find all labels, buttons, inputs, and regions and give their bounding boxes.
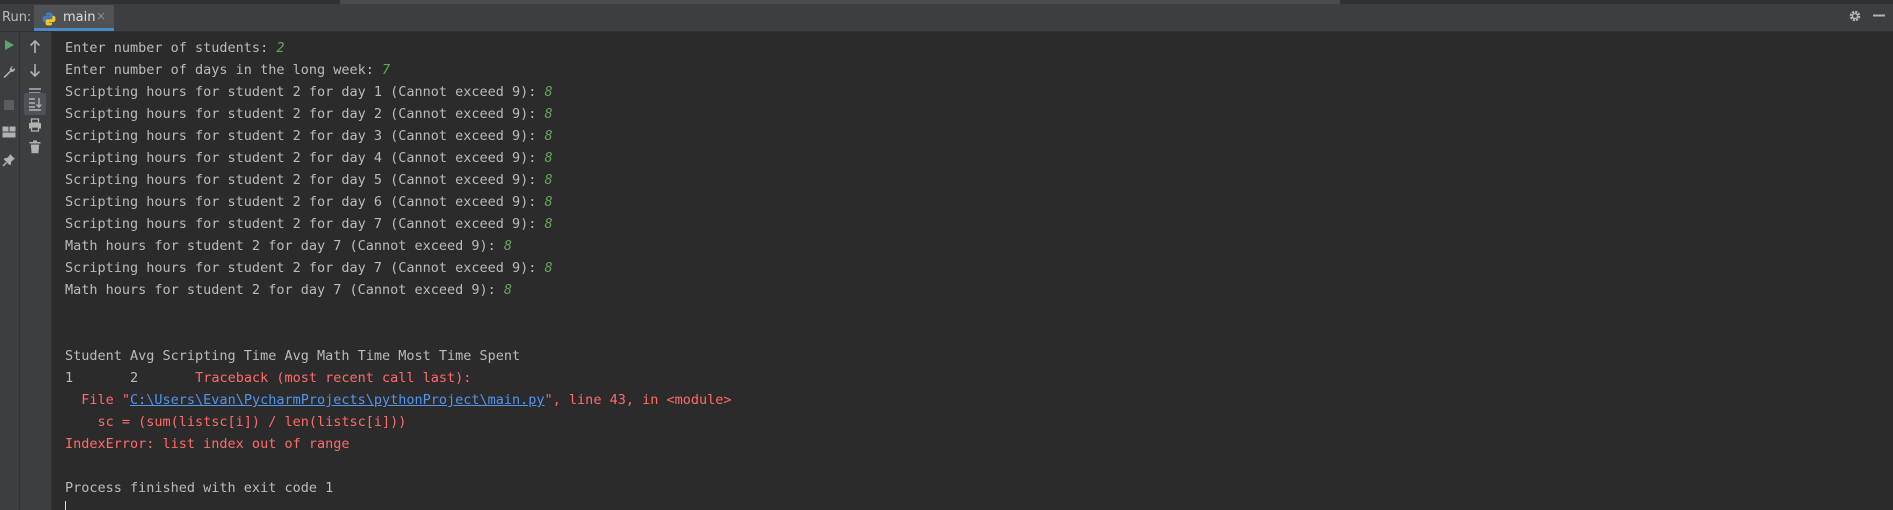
wrench-icon[interactable] [0,61,20,83]
user-input: 8 [503,282,513,298]
top-scrollbar-thumb[interactable] [340,0,1340,4]
user-input: 8 [503,238,513,254]
console-line: Scripting hours for student 2 for day 6 … [65,194,553,210]
table-row-line: 1 2 Traceback (most recent call last): [65,367,471,389]
print-icon[interactable] [24,114,46,136]
console-toolbar [20,32,52,510]
console-line: Scripting hours for student 2 for day 7 … [65,260,553,276]
error-message: IndexError: list index out of range [65,436,350,452]
run-toolbar [0,32,20,510]
console-line: Scripting hours for student 2 for day 3 … [65,128,553,144]
console-line: Scripting hours for student 2 for day 7 … [65,216,553,232]
scripting-value: 2 [130,370,139,386]
user-input: 8 [544,194,553,210]
text-caret [65,501,66,510]
user-input: 8 [544,106,553,122]
user-input: 8 [544,172,553,188]
layout-icon[interactable] [0,121,20,143]
run-tool-window-header: Run: main × [0,0,1893,32]
console-line: Scripting hours for student 2 for day 4 … [65,150,553,166]
tab-main[interactable]: main × [34,5,114,31]
student-value: 1 [65,370,74,386]
tab-close-icon[interactable]: × [96,9,106,23]
console-output[interactable]: Enter number of students: 2 Enter number… [52,32,1893,510]
top-scrollbar-track [0,0,1893,4]
scroll-to-end-icon[interactable] [24,93,46,115]
user-input: 8 [544,216,553,232]
tab-title: main [63,10,96,25]
user-input: 8 [544,84,553,100]
traceback-code-line: sc = (sum(listsc[i]) / len(listsc[i])) [65,414,407,430]
traceback-file-line: File "C:\Users\Evan\PycharmProjects\pyth… [65,392,732,408]
minimize-icon[interactable] [1872,8,1886,26]
vertical-scrollbar[interactable] [1885,32,1893,510]
user-input: 7 [381,62,391,78]
settings-gear-icon[interactable] [1848,9,1862,27]
console-line: Math hours for student 2 for day 7 (Cann… [65,282,513,298]
console-line: Math hours for student 2 for day 7 (Cann… [65,238,513,254]
run-label: Run: [2,10,32,25]
user-input: 8 [544,260,553,276]
python-icon [42,11,56,26]
user-input: 8 [544,128,553,144]
trash-icon[interactable] [24,136,46,158]
console-line: Enter number of days in the long week: 7 [65,62,391,78]
scroll-up-icon[interactable] [24,36,46,58]
user-input: 2 [276,40,285,56]
stop-icon[interactable] [0,94,20,116]
file-path-link[interactable]: C:\Users\Evan\PycharmProjects\pythonProj… [130,392,545,408]
traceback-header: Traceback (most recent call last): [195,370,472,386]
rerun-icon[interactable] [0,34,20,56]
scroll-down-icon[interactable] [24,59,46,81]
user-input: 8 [544,150,553,166]
console-line: Scripting hours for student 2 for day 5 … [65,172,553,188]
exit-status-line: Process finished with exit code 1 [65,480,334,496]
console-line: Enter number of students: 2 [65,40,285,56]
console-line: Scripting hours for student 2 for day 2 … [65,106,553,122]
table-header-line: Student Avg Scripting Time Avg Math Time… [65,348,521,364]
pin-icon[interactable] [0,149,20,171]
console-line: Scripting hours for student 2 for day 1 … [65,84,553,100]
